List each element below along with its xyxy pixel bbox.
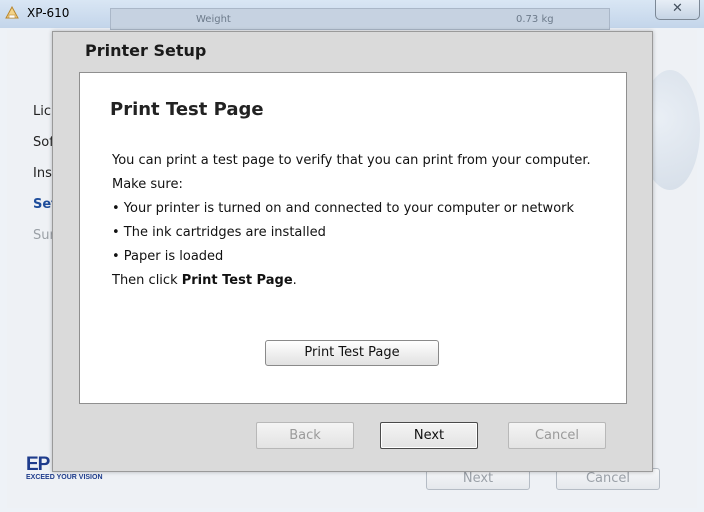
background-info-strip: Weight 0.73 kg [110,8,610,30]
printer-app-icon [5,6,19,19]
print-test-page-button[interactable]: Print Test Page [265,340,439,366]
then-click-target: Print Test Page [181,273,293,288]
info-strip-col2: 0.73 kg [516,14,554,25]
info-strip-col1: Weight [196,14,231,25]
then-click-suffix: . [292,273,297,288]
content-panel: Print Test Page You can print a test pag… [79,72,627,404]
then-click-instruction: Then click Print Test Page. [112,273,297,288]
window-close-button[interactable]: ✕ [655,0,700,20]
window-titlebar[interactable]: XP-610 Weight 0.73 kg ✕ [0,0,704,30]
printer-setup-dialog: Printer Setup Print Test Page You can pr… [52,31,653,472]
then-click-prefix: Then click [112,273,182,288]
cancel-button[interactable]: Cancel [508,422,606,449]
step-install: Ins [33,166,52,181]
step-license: Lic [33,104,52,119]
page-heading: Print Test Page [110,99,264,120]
close-icon: ✕ [672,1,683,16]
dialog-title: Printer Setup [85,41,207,60]
back-button[interactable]: Back [256,422,354,449]
window-title: XP-610 [27,6,70,20]
step-software: Sof [33,135,54,150]
checklist-item: • Your printer is turned on and connecte… [112,201,575,216]
make-sure-label: Make sure: [112,177,183,192]
next-button[interactable]: Next [380,422,478,449]
checklist-item: • Paper is loaded [112,249,224,264]
checklist-item: • The ink cartridges are installed [112,225,326,240]
epson-tagline: EXCEED YOUR VISION [26,474,103,481]
epson-logo: EP [26,454,50,475]
intro-text: You can print a test page to verify that… [112,153,591,168]
